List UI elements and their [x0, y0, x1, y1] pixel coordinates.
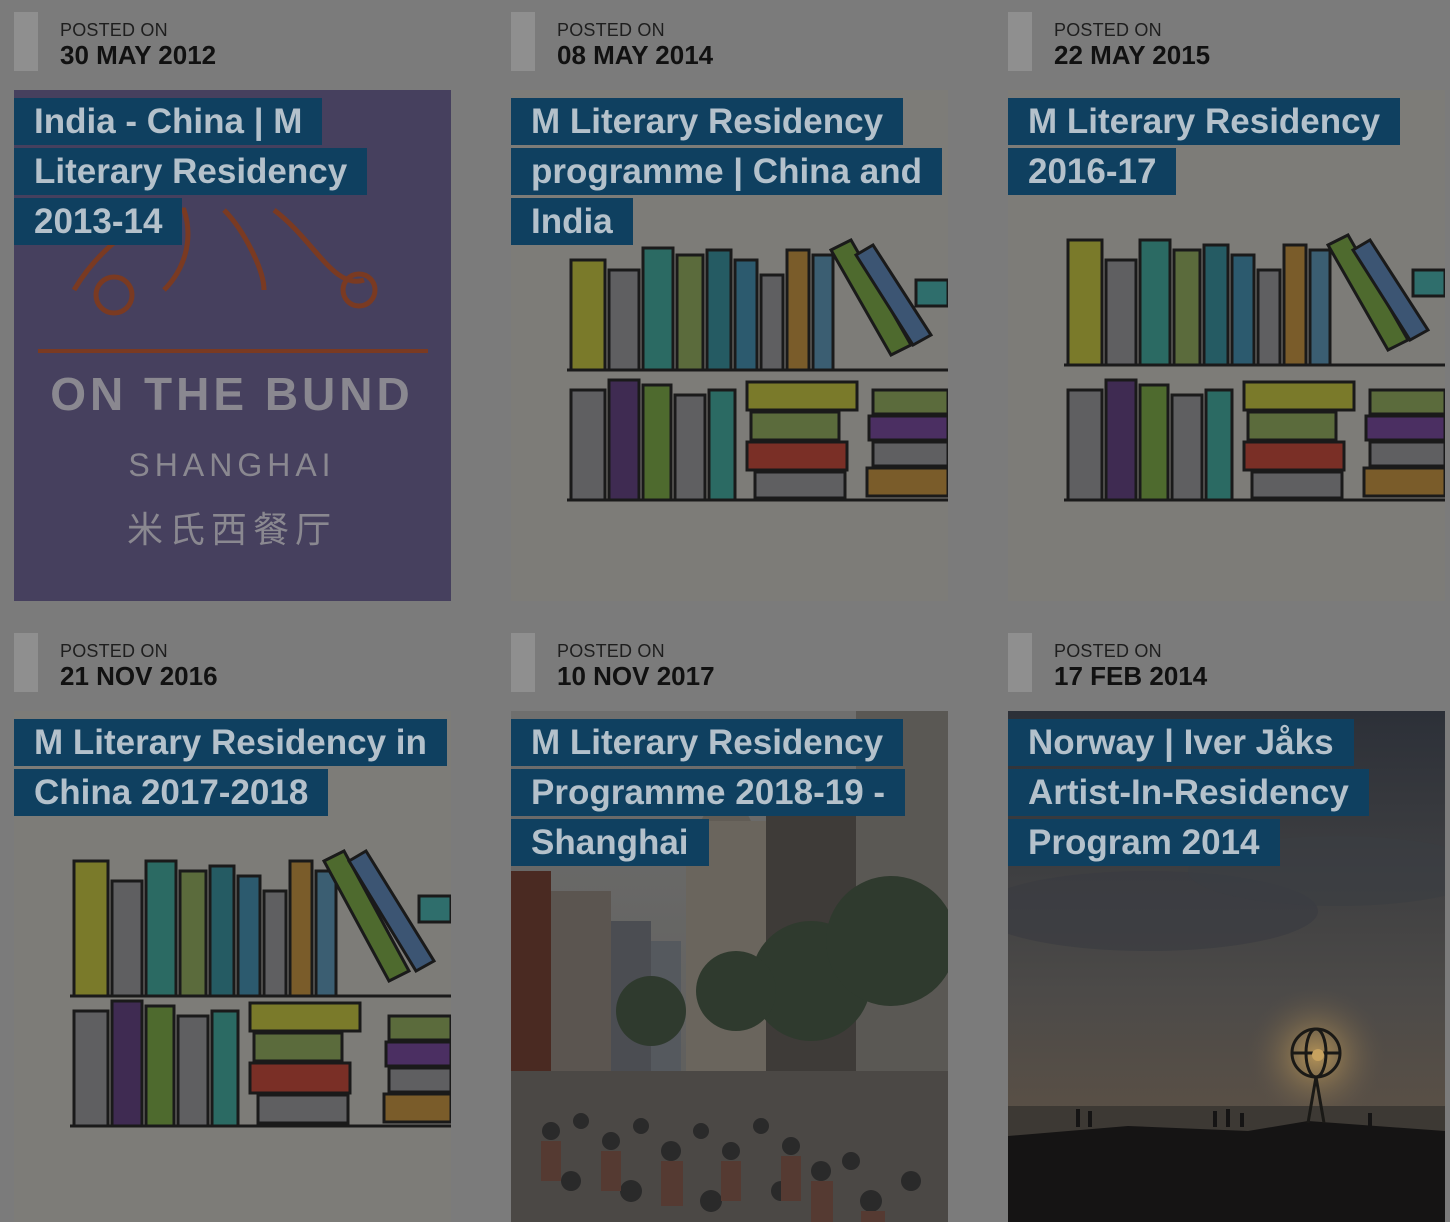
- post-title-link[interactable]: M Literary Residency 2016-17: [1008, 97, 1428, 197]
- post-meta: POSTED ON 08 MAY 2014: [511, 10, 948, 90]
- post-date: 17 FEB 2014: [1054, 661, 1208, 691]
- meta-accent-bar: [14, 12, 38, 71]
- posted-on-label: POSTED ON: [557, 20, 665, 40]
- posted-on-label: POSTED ON: [1054, 20, 1162, 40]
- post-meta: POSTED ON 21 NOV 2016: [14, 631, 451, 711]
- post-meta: POSTED ON 30 MAY 2012: [14, 10, 451, 90]
- post-title: M Literary Residency in China 2017-2018: [14, 719, 447, 816]
- post-title-link[interactable]: M Literary Residency in China 2017-2018: [14, 718, 447, 818]
- post-title: M Literary Residency Programme 2018-19 -…: [511, 719, 906, 866]
- meta-accent-bar: [14, 633, 38, 692]
- post-card: POSTED ON 30 MAY 2012 ON THE BUND SHANGH…: [14, 10, 451, 601]
- post-thumbnail-link[interactable]: M Literary Residency in China 2017-2018: [14, 711, 451, 1222]
- post-card: POSTED ON 10 NOV 2017 M Literary Residen…: [511, 631, 948, 1222]
- meta-accent-bar: [1008, 633, 1032, 692]
- meta-accent-bar: [1008, 12, 1032, 71]
- posted-on-label: POSTED ON: [60, 20, 168, 40]
- post-date: 22 MAY 2015: [1054, 40, 1211, 70]
- meta-accent-bar: [511, 12, 535, 71]
- post-title-link[interactable]: Norway | Iver Jåks Artist-In-Residency P…: [1008, 718, 1428, 868]
- post-date: 30 MAY 2012: [60, 40, 217, 70]
- posted-on-label: POSTED ON: [557, 641, 665, 661]
- post-thumbnail-link[interactable]: ON THE BUND SHANGHAI 米氏西餐厅 India - China…: [14, 90, 451, 601]
- post-date: 08 MAY 2014: [557, 40, 714, 70]
- post-title-link[interactable]: M Literary Residency Programme 2018-19 -…: [511, 718, 931, 868]
- post-thumbnail-link[interactable]: Norway | Iver Jåks Artist-In-Residency P…: [1008, 711, 1445, 1222]
- meta-accent-bar: [511, 633, 535, 692]
- post-title: M Literary Residency 2016-17: [1008, 98, 1401, 195]
- post-title-link[interactable]: India - China | M Literary Residency 201…: [14, 97, 434, 247]
- post-date: 10 NOV 2017: [557, 661, 715, 691]
- post-card: POSTED ON 21 NOV 2016 M Literary Residen…: [14, 631, 451, 1222]
- posted-on-label: POSTED ON: [60, 641, 168, 661]
- post-title: Norway | Iver Jåks Artist-In-Residency P…: [1008, 719, 1369, 866]
- post-title-link[interactable]: M Literary Residency programme | China a…: [511, 97, 942, 247]
- logo-bund-text: ON THE BUND: [50, 368, 413, 420]
- post-grid: POSTED ON 30 MAY 2012 ON THE BUND SHANGH…: [14, 10, 1445, 1222]
- posted-on-label: POSTED ON: [1054, 641, 1162, 661]
- post-title: India - China | M Literary Residency 201…: [14, 98, 368, 245]
- post-card: POSTED ON 22 MAY 2015 M Literary Residen…: [1008, 10, 1445, 601]
- post-thumbnail-link[interactable]: M Literary Residency programme | China a…: [511, 90, 948, 601]
- post-thumbnail-link[interactable]: M Literary Residency Programme 2018-19 -…: [511, 711, 948, 1222]
- post-date: 21 NOV 2016: [60, 661, 218, 691]
- logo-chinese-text: 米氏西餐厅: [127, 510, 337, 551]
- post-card: POSTED ON 08 MAY 2014 M Literary Residen…: [511, 10, 948, 601]
- post-thumbnail-link[interactable]: M Literary Residency 2016-17: [1008, 90, 1445, 601]
- post-card: POSTED ON 17 FEB 2014 Norway | Iver Jåks…: [1008, 631, 1445, 1222]
- post-meta: POSTED ON 22 MAY 2015: [1008, 10, 1445, 90]
- logo-city-text: SHANGHAI: [128, 447, 335, 483]
- post-title: M Literary Residency programme | China a…: [511, 98, 942, 245]
- post-meta: POSTED ON 10 NOV 2017: [511, 631, 948, 711]
- post-meta: POSTED ON 17 FEB 2014: [1008, 631, 1445, 711]
